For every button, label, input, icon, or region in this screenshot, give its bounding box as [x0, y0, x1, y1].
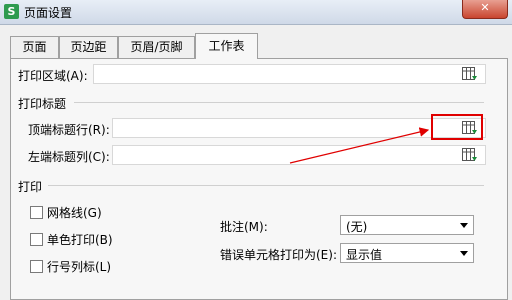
divider	[48, 185, 484, 186]
mono-label: 单色打印(B)	[47, 233, 113, 247]
comments-select[interactable]: (无)	[340, 215, 474, 235]
row-col-headers-label: 行号列标(L)	[47, 260, 112, 274]
errors-select[interactable]: 显示值	[340, 243, 474, 263]
chevron-down-icon	[460, 223, 468, 228]
comments-value: (无)	[346, 220, 368, 234]
row-col-headers-checkbox[interactable]	[30, 260, 43, 273]
chevron-down-icon	[460, 251, 468, 256]
comments-label: 批注(M):	[220, 220, 268, 234]
print-heading: 打印	[18, 180, 43, 194]
errors-label: 错误单元格打印为(E):	[220, 248, 337, 262]
tab-sheet[interactable]: 工作表	[195, 33, 258, 59]
gridlines-label: 网格线(G)	[47, 206, 102, 220]
errors-value: 显示值	[346, 248, 383, 262]
gridlines-checkbox[interactable]	[30, 206, 43, 219]
mono-checkbox[interactable]	[30, 233, 43, 246]
